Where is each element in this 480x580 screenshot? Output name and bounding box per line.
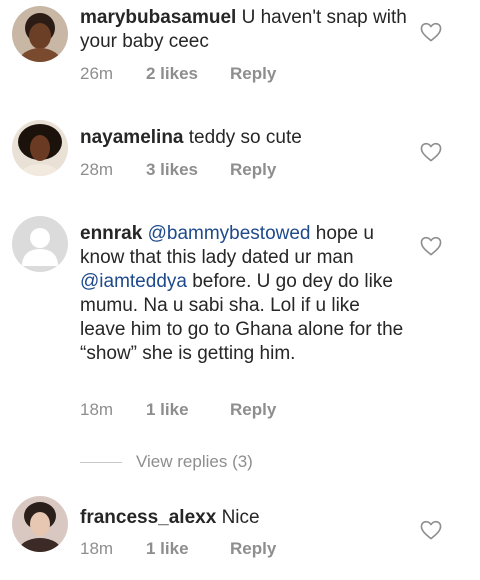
comment-username[interactable]: francess_alexx [80, 507, 216, 528]
avatar[interactable] [12, 496, 68, 552]
reply-button[interactable]: Reply [230, 160, 276, 180]
default-avatar-icon [12, 216, 68, 272]
like-button[interactable] [420, 236, 442, 256]
heart-icon [420, 142, 442, 162]
heart-icon [420, 22, 442, 42]
comment-time: 28m [80, 160, 114, 179]
comment-likes[interactable]: 3 likes [146, 160, 230, 180]
comment-username[interactable]: marybubasamuel [80, 7, 236, 28]
profile-photo-icon [12, 6, 68, 62]
comment-time: 18m [80, 539, 114, 558]
comment-likes[interactable]: 2 likes [146, 64, 230, 84]
comment-text: francess_alexx Nice [80, 506, 410, 530]
like-button[interactable] [420, 142, 442, 162]
comment-time: 18m [80, 400, 114, 419]
comment-likes[interactable]: 1 like [146, 539, 230, 559]
comment-text: ennrak @bammybestowed hope u know that t… [80, 222, 410, 366]
comment-likes[interactable]: 1 like [146, 400, 230, 420]
comment-text: marybubasamuel U haven't snap with your … [80, 6, 410, 54]
comment-time: 26m [80, 64, 114, 83]
like-button[interactable] [420, 520, 442, 540]
view-replies-button[interactable]: View replies (3) [80, 450, 253, 474]
comment-meta: 18m 1 like Reply [80, 539, 276, 559]
comment-meta: 18m 1 like Reply [80, 400, 276, 420]
profile-photo-icon [12, 120, 68, 176]
mention-link[interactable]: @iamteddya [80, 271, 187, 292]
mention-link[interactable]: @bammybestowed [148, 223, 311, 244]
heart-icon [420, 236, 442, 256]
reply-button[interactable]: Reply [230, 539, 276, 559]
divider [80, 462, 122, 464]
comment-message: teddy so cute [188, 127, 302, 148]
comment-username[interactable]: nayamelina [80, 127, 184, 148]
avatar[interactable] [12, 6, 68, 62]
comment-username[interactable]: ennrak [80, 223, 142, 244]
heart-icon [420, 520, 442, 540]
reply-button[interactable]: Reply [230, 64, 276, 84]
view-replies-label: View replies (3) [136, 452, 253, 471]
avatar[interactable] [12, 216, 68, 272]
comment-meta: 28m 3 likes Reply [80, 160, 276, 180]
avatar[interactable] [12, 120, 68, 176]
profile-photo-icon [12, 496, 68, 552]
like-button[interactable] [420, 22, 442, 42]
comment-message: Nice [221, 507, 260, 528]
comment-meta: 26m 2 likes Reply [80, 64, 276, 84]
reply-button[interactable]: Reply [230, 400, 276, 420]
comment-text: nayamelina teddy so cute [80, 126, 410, 150]
